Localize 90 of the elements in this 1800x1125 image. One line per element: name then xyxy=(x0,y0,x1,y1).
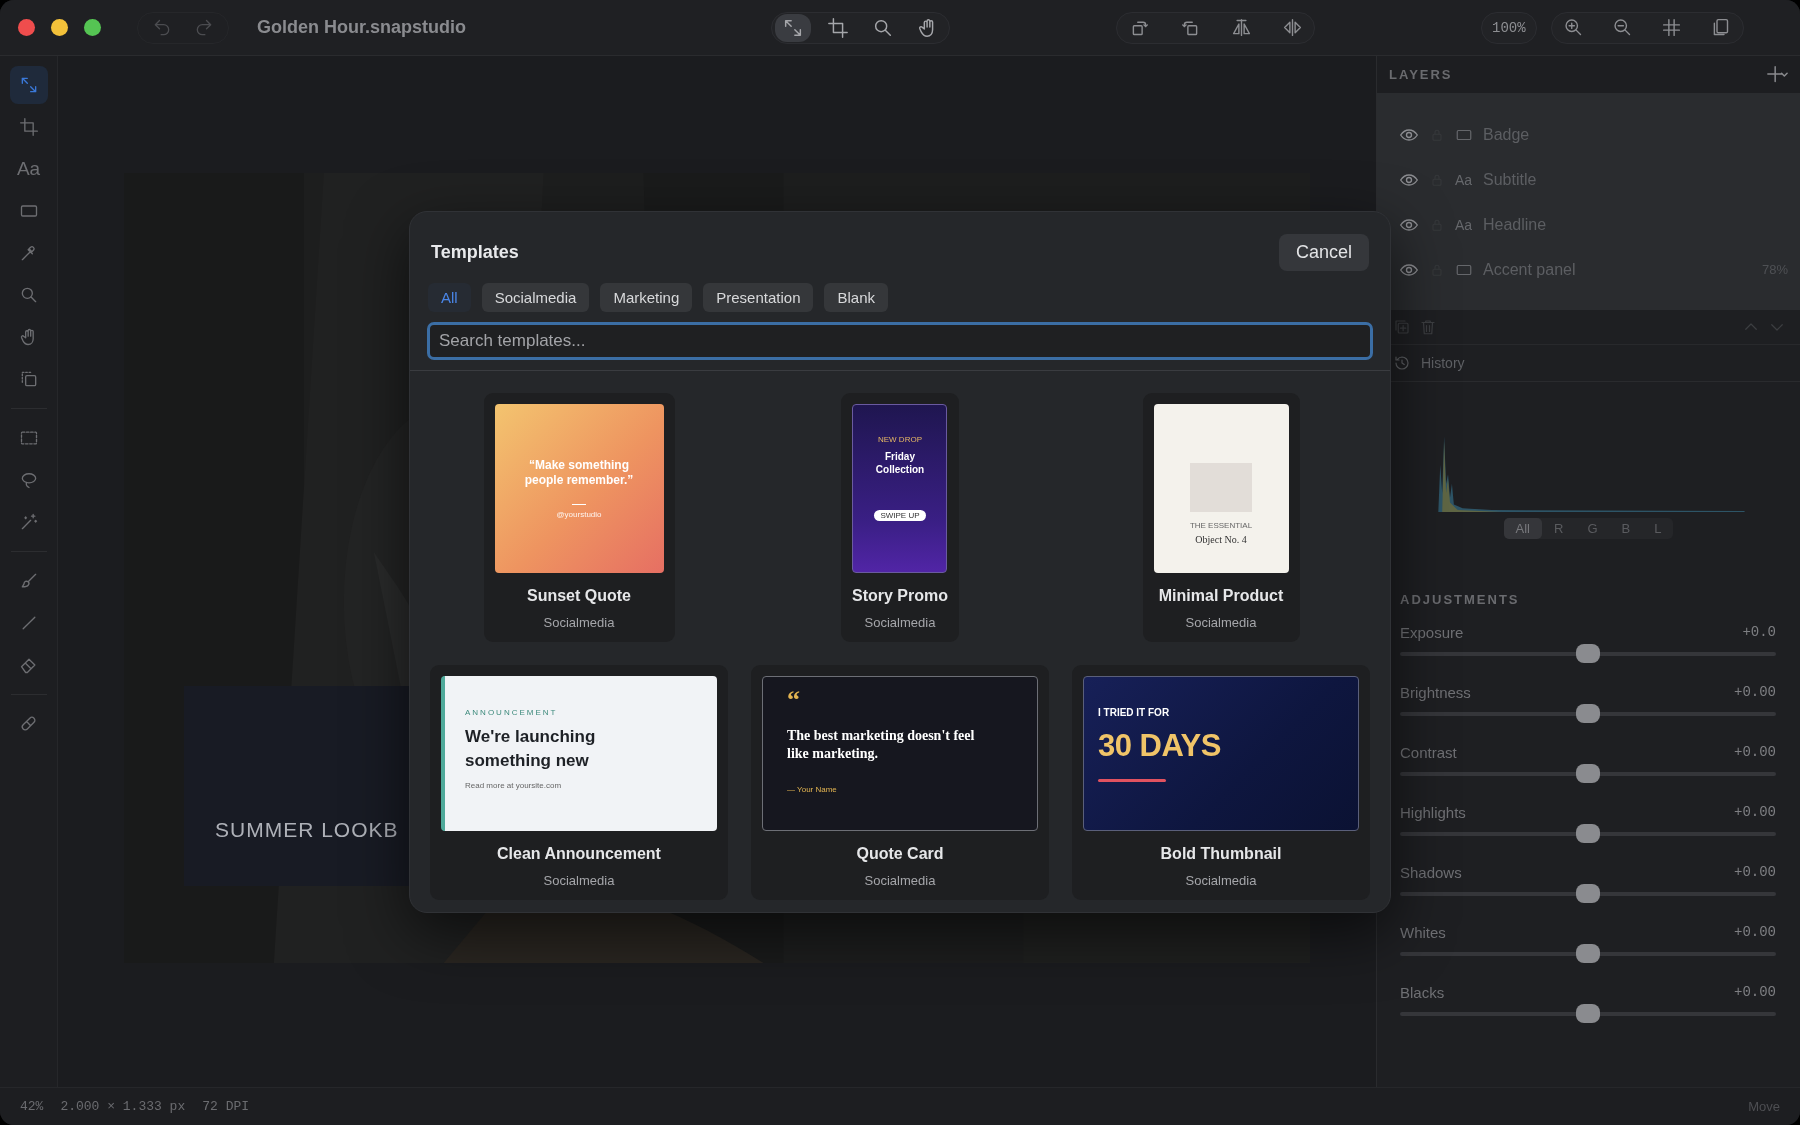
slider-thumb[interactable] xyxy=(1576,944,1600,963)
template-card[interactable]: THE ESSENTIAL Object No. 4 Minimal Product Socialmedia xyxy=(1142,393,1300,642)
zoom-level[interactable]: 100% xyxy=(1481,11,1537,44)
panel-heading: LAYERS xyxy=(1389,67,1453,82)
adjustment-label: Whites xyxy=(1400,924,1446,941)
zoom-percentage: 42% xyxy=(20,1099,44,1114)
crop-icon xyxy=(18,117,39,137)
redo-icon xyxy=(194,17,214,38)
adjustment-value: +0.00 xyxy=(1734,804,1776,821)
slider-thumb[interactable] xyxy=(1576,884,1600,903)
minimize-button[interactable] xyxy=(51,19,68,36)
clock-icon xyxy=(1393,354,1411,372)
preview-kicker: I TRIED IT FOR xyxy=(1098,707,1171,718)
slider-thumb[interactable] xyxy=(1576,644,1600,663)
preview-title: Friday Collection xyxy=(874,450,926,476)
adjustment-label: Exposure xyxy=(1400,624,1464,641)
adjustment-label: Brightness xyxy=(1400,684,1471,701)
adjustment-value: +0.00 xyxy=(1734,744,1776,761)
zoom-button[interactable] xyxy=(84,19,101,36)
preview-handle: @yourstudio xyxy=(556,510,602,519)
template-category: Socialmedia xyxy=(543,615,615,630)
adjustment-value: +0.00 xyxy=(1734,864,1776,881)
template-name: Quote Card xyxy=(856,845,944,863)
cancel-button[interactable]: Cancel xyxy=(1278,234,1369,271)
preview-title: 30 DAYS xyxy=(1098,728,1222,764)
image-resolution: 72 DPI xyxy=(202,1099,250,1114)
adjustment-value: +0.0 xyxy=(1742,624,1776,641)
template-category: Socialmedia xyxy=(543,873,615,888)
preview-link: Read more at yoursite.com xyxy=(465,780,563,790)
channel-tab[interactable]: All xyxy=(1503,518,1542,539)
template-card[interactable]: “Make something people remember.” @yourstudio Sunset Quote Socialmedia xyxy=(483,393,675,642)
template-name: Story Promo xyxy=(852,587,948,605)
crop-icon xyxy=(827,16,849,39)
preview-button: SWIPE UP xyxy=(874,510,926,521)
dialog-title: Templates xyxy=(431,242,519,263)
slider-thumb[interactable] xyxy=(1576,704,1600,723)
template-category: Socialmedia xyxy=(864,615,936,630)
filter-tab[interactable]: Socialmedia xyxy=(481,283,590,312)
slider-thumb[interactable] xyxy=(1576,1004,1600,1023)
duplicate-icon xyxy=(1393,318,1411,336)
grid-icon xyxy=(1661,17,1683,38)
adjustment-label: Contrast xyxy=(1400,744,1457,761)
template-category: Socialmedia xyxy=(1185,873,1257,888)
slider-thumb[interactable] xyxy=(1576,824,1600,843)
preview-title: Object No. 4 xyxy=(1195,534,1247,545)
template-category: Socialmedia xyxy=(864,873,936,888)
text-layer-icon: Aa xyxy=(1455,171,1473,188)
search-field[interactable]: Search templates... xyxy=(427,322,1373,360)
template-name: Sunset Quote xyxy=(527,587,631,605)
panel-heading: ADJUSTMENTS xyxy=(1399,591,1521,607)
preview-kicker: NEW DROP xyxy=(878,435,922,444)
preview-quote: “Make something people remember.” xyxy=(523,458,635,488)
trash-icon xyxy=(1419,318,1437,336)
filter-tab[interactable]: All xyxy=(428,283,471,312)
adjustment-label: Highlights xyxy=(1400,804,1466,821)
toolbar-tool-button[interactable] xyxy=(775,13,811,42)
adjustment-value: +0.00 xyxy=(1734,924,1776,941)
adjustment-value: +0.00 xyxy=(1734,984,1776,1001)
undo-icon xyxy=(152,17,172,38)
adjustment-value: +0.00 xyxy=(1734,684,1776,701)
preview-title: We're launching something new xyxy=(465,726,597,772)
preview-author: — Your Name xyxy=(787,785,838,795)
preview-quote: The best marketing doesn't feel like marketing. xyxy=(787,727,976,764)
preview-kicker: THE ESSENTIAL xyxy=(1189,521,1253,530)
close-button[interactable] xyxy=(18,19,35,36)
adjustment-label: Shadows xyxy=(1400,864,1462,881)
template-name: Clean Announcement xyxy=(497,845,661,863)
slider-thumb[interactable] xyxy=(1576,764,1600,783)
adjustment-label: Blacks xyxy=(1400,984,1445,1001)
image-size: 2.000 × 1.333 px xyxy=(60,1099,186,1114)
canvas-headline: SUMMER LOOKB xyxy=(215,818,399,842)
filter-tab[interactable]: Presentation xyxy=(703,283,814,312)
template-name: Minimal Product xyxy=(1158,587,1284,605)
template-card[interactable]: “ The best marketing doesn't feel like marketing. — Your Name Quote Card Socialmedia xyxy=(751,665,1049,900)
preview-kicker: ANNOUNCEMENT xyxy=(465,708,559,717)
quote-mark: “ xyxy=(787,687,801,713)
underline-bar xyxy=(1098,779,1166,782)
template-card[interactable]: ANNOUNCEMENT We're launching something new Read more at yoursite.com Clean Announcement Socialmedia xyxy=(430,665,728,900)
document-title: Golden Hour.snapstudio xyxy=(257,17,466,38)
tool-button[interactable] xyxy=(9,66,48,104)
divider-line xyxy=(572,504,586,505)
template-card[interactable]: I TRIED IT FOR 30 DAYS Bold Thumbnail Socialmedia xyxy=(1072,665,1370,900)
filter-tab[interactable]: Marketing xyxy=(600,283,693,312)
text-layer-icon: Aa xyxy=(1455,216,1473,233)
template-card[interactable]: NEW DROP Friday Collection SWIPE UP Story Promo Socialmedia xyxy=(841,393,959,642)
template-name: Bold Thumbnail xyxy=(1160,845,1282,863)
filter-tab[interactable]: Blank xyxy=(824,283,888,312)
flip-horizontal-icon xyxy=(1230,17,1252,38)
template-category: Socialmedia xyxy=(1185,615,1257,630)
tool-button[interactable]: Aa xyxy=(9,150,48,188)
